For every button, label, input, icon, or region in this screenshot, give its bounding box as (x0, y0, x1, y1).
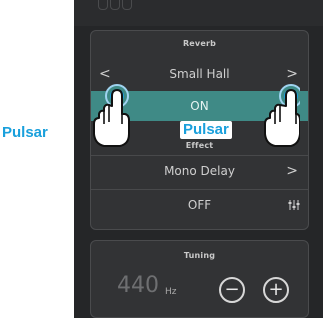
minus-circle-icon[interactable]: − (219, 277, 245, 303)
tuning-unit: Hz (165, 287, 177, 297)
equalizer-icon[interactable] (288, 199, 300, 211)
tuning-header: Tuning (183, 251, 216, 260)
reverb-header: Reverb (182, 39, 217, 48)
effect-type-value: Mono Delay (164, 164, 235, 178)
device-screen: Reverb < Small Hall > ON Effect Mono Del… (74, 0, 323, 318)
hand-tap-icon (264, 84, 300, 147)
effect-off-toggle[interactable]: OFF (91, 189, 308, 220)
hand-tap-icon (93, 84, 130, 147)
tap-callout-right: Pulsar (180, 121, 232, 139)
effect-state-label: OFF (187, 198, 212, 212)
effect-type-row[interactable]: Mono Delay > (91, 155, 308, 186)
tuning-panel: Tuning 440 Hz − + (90, 240, 309, 318)
plus-circle-icon[interactable]: + (263, 277, 289, 303)
tap-callout-left: Pulsar (2, 124, 48, 141)
tuning-value: 440 (117, 273, 159, 298)
chevron-right-icon[interactable]: > (286, 156, 298, 186)
device-top-bar (74, 0, 323, 26)
